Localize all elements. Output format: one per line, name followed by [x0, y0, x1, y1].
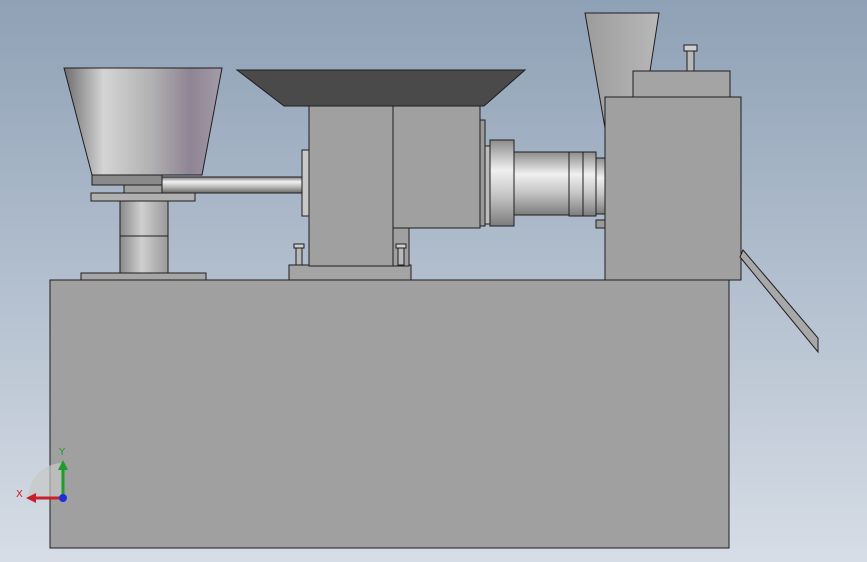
top-chute[interactable]	[235, 69, 527, 107]
y-axis-label: Y	[58, 447, 66, 458]
base-cabinet[interactable]	[49, 279, 730, 549]
z-axis-dot	[59, 494, 67, 502]
left-hopper[interactable]	[63, 67, 223, 176]
machine-drawing: X Y	[16, 12, 819, 549]
triad-shadow	[28, 463, 63, 498]
x-axis-label: X	[16, 489, 23, 500]
discharge-plate[interactable]	[739, 249, 819, 354]
coordinate-triad: X Y	[16, 447, 68, 503]
cad-viewport[interactable]: X Y	[0, 0, 867, 562]
central-housing[interactable]	[288, 105, 486, 281]
drive-shaft[interactable]	[161, 176, 303, 194]
coupling-assembly[interactable]	[484, 139, 606, 229]
left-column-assembly[interactable]	[80, 184, 207, 281]
